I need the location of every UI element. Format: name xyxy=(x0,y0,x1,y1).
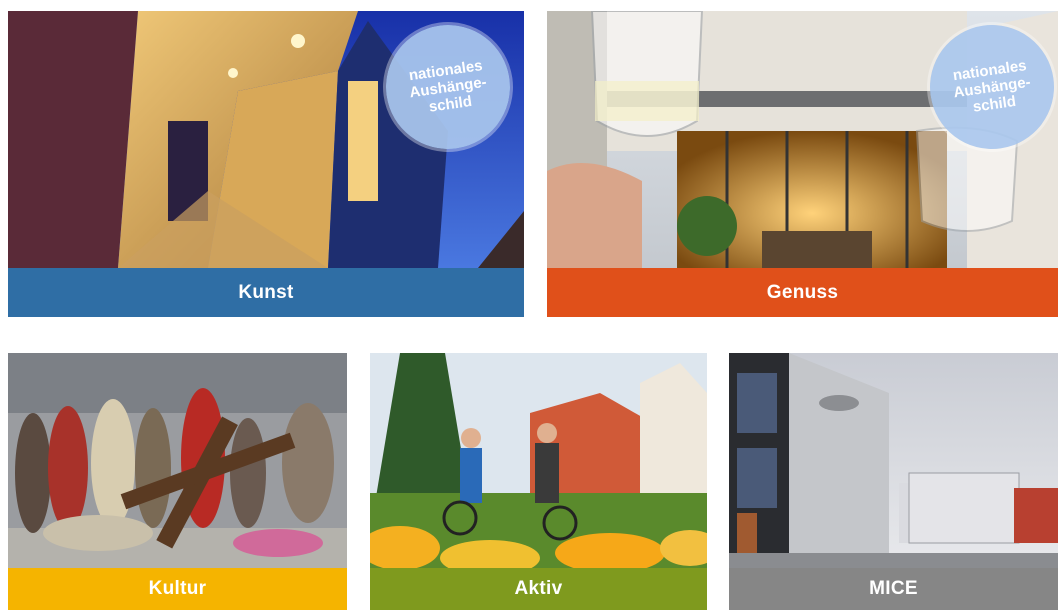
tile-kultur[interactable]: Kultur xyxy=(8,353,347,610)
tile-mice[interactable]: MICE xyxy=(729,353,1058,610)
aktiv-photo xyxy=(370,353,707,568)
tile-aktiv[interactable]: Aktiv xyxy=(370,353,707,610)
tile-kunst-label: Kunst xyxy=(8,268,524,317)
tile-kultur-label: Kultur xyxy=(8,568,347,610)
mice-photo xyxy=(729,353,1058,568)
tile-aktiv-label: Aktiv xyxy=(370,568,707,610)
tile-genuss[interactable]: nationales Aushänge- schild Genuss xyxy=(547,11,1058,317)
kultur-photo xyxy=(8,353,347,568)
tile-kunst[interactable]: nationales Aushänge- schild Kunst xyxy=(8,11,524,317)
tile-genuss-label: Genuss xyxy=(547,268,1058,317)
tile-mice-label: MICE xyxy=(729,568,1058,610)
